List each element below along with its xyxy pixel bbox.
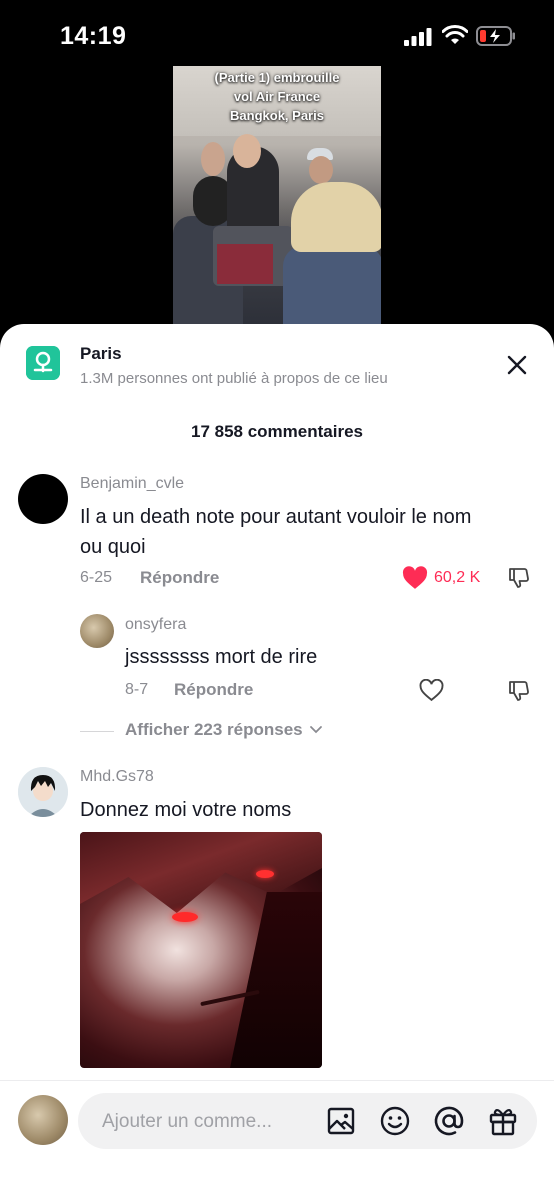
status-bar: 14:19 (0, 0, 554, 70)
comments-sheet: Paris 1.3M personnes ont publié à propos… (0, 324, 554, 1200)
comment-text-line: Il a un death note pour autant vouloir l… (80, 506, 472, 528)
comment-date: 8-7 (125, 681, 149, 698)
location-pin-icon (26, 346, 60, 380)
chevron-down-icon (310, 726, 323, 734)
emoji-icon[interactable] (379, 1105, 411, 1137)
signal-icon (404, 28, 432, 46)
comment-text: Il a un death note pour autant vouloir l… (80, 502, 471, 562)
comment-input[interactable]: Ajouter un comme... (78, 1093, 537, 1149)
comment-username[interactable]: Benjamin_cvle (80, 475, 184, 493)
show-replies-label: Afficher 223 réponses (125, 720, 303, 739)
comment-text: jssssssss mort de rire (125, 646, 318, 668)
reply-button[interactable]: Répondre (140, 568, 219, 588)
status-time: 14:19 (60, 22, 127, 50)
avatar[interactable] (18, 474, 68, 524)
wifi-icon (442, 25, 468, 44)
location-title[interactable]: Paris (80, 344, 122, 364)
mention-icon[interactable] (433, 1105, 465, 1137)
comment-text: Donnez moi votre noms (80, 799, 292, 821)
close-icon[interactable] (504, 352, 530, 378)
comment-composer: Ajouter un comme... (0, 1080, 554, 1200)
anime-avatar-icon (18, 767, 68, 817)
avatar[interactable] (80, 614, 114, 648)
divider (80, 731, 114, 732)
like-count: 60,2 K (434, 569, 481, 586)
heart-icon[interactable] (402, 566, 428, 590)
dislike-icon[interactable] (507, 566, 531, 590)
comments-count: 17 858 commentaires (191, 422, 363, 441)
dislike-icon[interactable] (507, 679, 531, 703)
battery-icon (476, 26, 515, 46)
comment-date: 6-25 (80, 569, 113, 586)
comment-input-placeholder: Ajouter un comme... (102, 1111, 273, 1132)
comment-username[interactable]: onsyfera (125, 616, 186, 634)
show-replies-button[interactable]: Afficher 223 réponses (125, 720, 323, 740)
video-caption: (Partie 1) embrouille vol Air France Ban… (214, 70, 340, 123)
location-subtitle: 1.3M personnes ont publié à propos de ce… (80, 370, 388, 387)
video-preview[interactable]: (Partie 1) embrouille vol Air France Ban… (173, 66, 381, 328)
avatar[interactable] (18, 767, 68, 817)
comment-username[interactable]: Mhd.Gs78 (80, 768, 154, 786)
image-icon[interactable] (325, 1105, 357, 1137)
gift-icon[interactable] (487, 1105, 519, 1137)
heart-icon[interactable] (419, 679, 444, 702)
my-avatar[interactable] (18, 1095, 68, 1145)
comment-image[interactable] (80, 832, 322, 1068)
reply-button[interactable]: Répondre (174, 680, 253, 700)
comment-text-line: ou quoi (80, 536, 146, 558)
